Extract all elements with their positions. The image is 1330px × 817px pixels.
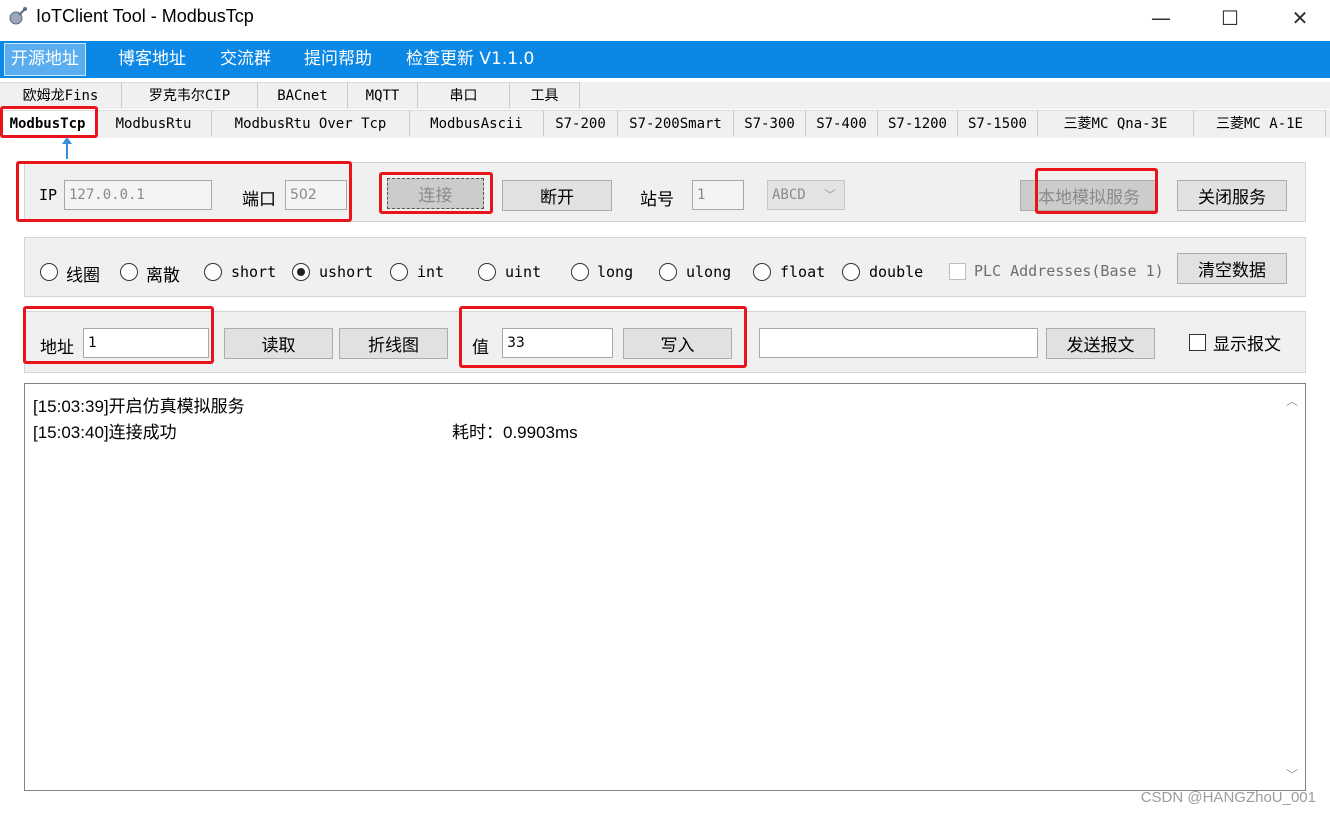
tab-omron-fins[interactable]: 欧姆龙Fins [0,82,122,108]
byte-order-value: ABCD [772,187,806,203]
read-button[interactable]: 读取 [224,328,333,359]
line-chart-button[interactable]: 折线图 [339,328,448,359]
radio-ushort[interactable] [292,263,310,281]
connect-highlight [379,172,493,214]
tab-bacnet[interactable]: BACnet [258,82,348,108]
log-line: [15:03:39]开启仿真模拟服务 [33,397,245,416]
radio-short-label: short [231,263,277,281]
radio-long-label: long [597,263,634,281]
window-title: IoTClient Tool - ModbusTcp [36,6,254,26]
station-label: 站号 [640,190,674,210]
radio-float-label: float [780,263,826,281]
tab-modbus-rtu-over-tcp[interactable]: ModbusRtu Over Tcp [212,110,410,136]
tab-mitsubishi-qna3e[interactable]: 三菱MC Qna-3E [1038,110,1194,136]
radio-int-label: int [417,263,445,281]
tab-s7-200[interactable]: S7-200 [544,110,618,136]
clear-data-button[interactable]: 清空数据 [1177,253,1287,284]
tab-tools[interactable]: 工具 [510,82,580,108]
radio-uint[interactable] [478,263,496,281]
radio-short[interactable] [204,263,222,281]
radio-coil-label: 线圈 [66,266,100,286]
address-highlight [23,306,214,364]
menu-open-source[interactable]: 开源地址 [4,43,86,76]
menu-blog[interactable]: 博客地址 [112,41,192,78]
send-packet-button[interactable]: 发送报文 [1046,328,1155,359]
tab-s7-1500[interactable]: S7-1500 [958,110,1038,136]
radio-coil[interactable] [40,263,58,281]
log-line-elapsed: 耗时：0.9903ms [452,423,578,442]
close-button[interactable]: ✕ [1265,0,1330,36]
radio-uint-label: uint [505,263,542,281]
radio-discrete[interactable] [120,263,138,281]
disconnect-button[interactable]: 断开 [502,180,612,211]
radio-float[interactable] [753,263,771,281]
menu-help[interactable]: 提问帮助 [298,41,378,78]
maximize-button[interactable]: ☐ [1195,0,1265,36]
tab-mitsubishi-a1e[interactable]: 三菱MC A-1E [1194,110,1326,136]
menu-check-update[interactable]: 检查更新 V1.1.0 [400,41,540,78]
menu-bar: 开源地址 博客地址 交流群 提问帮助 检查更新 V1.1.0 [0,41,1330,78]
byte-order-select[interactable]: ABCD ﹀ [767,180,845,210]
radio-int[interactable] [390,263,408,281]
packet-input[interactable] [759,328,1038,358]
log-textarea[interactable]: [15:03:39]开启仿真模拟服务 [15:03:40]连接成功 耗时：0.9… [24,383,1306,791]
minimize-button[interactable]: — [1126,0,1196,36]
tab-s7-400[interactable]: S7-400 [806,110,878,136]
log-line: [15:03:40]连接成功 [33,423,177,442]
annotation-arrow-icon [62,137,72,159]
radio-ulong-label: ulong [686,263,732,281]
tab-rockwell-cip[interactable]: 罗克韦尔CIP [122,82,258,108]
plc-addresses-checkbox[interactable] [949,263,966,280]
station-input[interactable]: 1 [692,180,744,210]
tab-s7-300[interactable]: S7-300 [734,110,806,136]
radio-discrete-label: 离散 [146,266,180,286]
log-scrollbar[interactable]: ︿ ﹀ [1279,384,1305,790]
tab-mqtt[interactable]: MQTT [348,82,418,108]
tab-row-1: 欧姆龙Fins 罗克韦尔CIP BACnet MQTT 串口 工具 [0,82,1330,109]
show-packet-label: 显示报文 [1213,335,1281,355]
plc-addresses-label: PLC Addresses(Base 1) [974,262,1164,280]
radio-ushort-label: ushort [319,263,374,281]
ip-port-highlight [16,161,352,222]
tab-modbus-rtu[interactable]: ModbusRtu [96,110,212,136]
active-tab-highlight [0,106,98,138]
app-icon [8,6,28,26]
show-packet-checkbox[interactable] [1189,334,1206,351]
close-service-button[interactable]: 关闭服务 [1177,180,1287,211]
scroll-up-icon[interactable]: ︿ [1279,390,1305,410]
title-bar: IoTClient Tool - ModbusTcp — ☐ ✕ [0,0,1330,40]
value-write-highlight [459,306,747,368]
tab-modbus-ascii[interactable]: ModbusAscii [410,110,544,136]
tab-row-2: ModbusTcp ModbusRtu ModbusRtu Over Tcp M… [0,110,1330,138]
tab-s7-1200[interactable]: S7-1200 [878,110,958,136]
chevron-down-icon: ﹀ [823,188,836,202]
local-sim-highlight [1035,168,1158,214]
scroll-down-icon[interactable]: ﹀ [1279,764,1305,784]
tab-serial[interactable]: 串口 [418,82,510,108]
menu-group[interactable]: 交流群 [214,41,277,78]
watermark: CSDN @HANGZhoU_001 [1140,789,1316,806]
tab-s7-200smart[interactable]: S7-200Smart [618,110,734,136]
radio-double[interactable] [842,263,860,281]
radio-double-label: double [869,263,924,281]
radio-long[interactable] [571,263,589,281]
radio-ulong[interactable] [659,263,677,281]
